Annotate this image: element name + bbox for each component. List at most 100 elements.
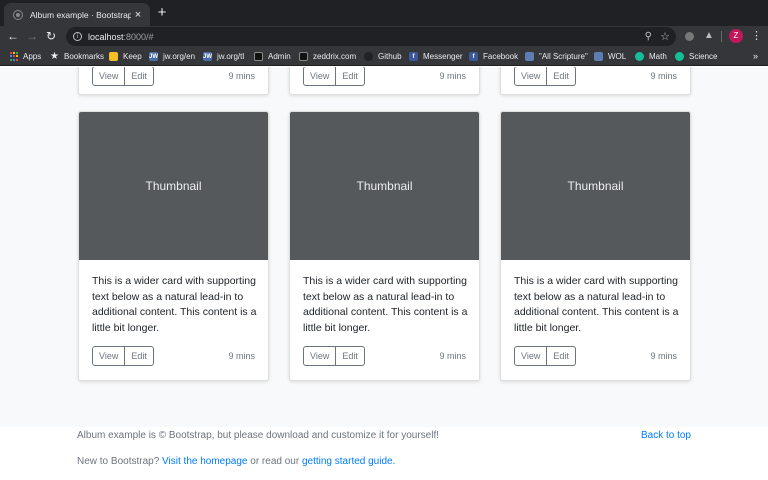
page-footer: Album example is © Bootstrap, but please… — [0, 427, 768, 480]
info-icon[interactable]: i — [73, 32, 82, 41]
bookmark-label: Github — [378, 52, 402, 61]
card: View Edit 9 mins — [78, 67, 269, 95]
card: Thumbnail This is a wider card with supp… — [500, 111, 691, 381]
reload-button[interactable]: ↻ — [42, 27, 60, 45]
back-button[interactable]: ← — [4, 27, 22, 45]
star-icon: ★ — [50, 51, 59, 62]
site-icon — [299, 52, 308, 61]
card-thumbnail: Thumbnail — [79, 112, 268, 260]
bookmark-all-scripture[interactable]: "All Scripture" — [525, 47, 588, 66]
bookmark-label: Admin — [268, 52, 291, 61]
bookmark-label: Science — [689, 52, 718, 61]
menu-icon[interactable]: ⋮ — [751, 28, 762, 44]
footer-help-text: New to Bootstrap? Visit the homepage or … — [77, 456, 395, 467]
bookmark-jw-tl[interactable]: JW jw.org/tl — [203, 47, 244, 66]
view-button[interactable]: View — [514, 346, 548, 366]
edit-button[interactable]: Edit — [125, 346, 154, 366]
github-icon — [364, 52, 373, 61]
more-bookmarks-icon[interactable]: » — [753, 47, 758, 66]
edit-button[interactable]: Edit — [547, 67, 576, 86]
url-host: localhost — [88, 31, 124, 42]
forward-button[interactable]: → — [23, 27, 41, 45]
facebook-icon: f — [409, 52, 418, 61]
bookmark-github[interactable]: Github — [364, 47, 402, 66]
bookmark-bookmarks[interactable]: ★ Bookmarks — [50, 47, 104, 66]
card-time: 9 mins — [439, 71, 466, 81]
bookmark-facebook[interactable]: f Facebook — [469, 47, 518, 66]
bookmark-label: Facebook — [483, 52, 519, 61]
facebook-icon: f — [469, 52, 478, 61]
page-favicon-icon — [13, 9, 23, 20]
card-button-group: View Edit — [514, 67, 576, 86]
wol-icon — [594, 52, 603, 61]
new-tab-button[interactable]: + — [154, 5, 170, 21]
zoom-icon[interactable]: ⚲ — [645, 31, 652, 42]
card: Thumbnail This is a wider card with supp… — [289, 111, 480, 381]
view-button[interactable]: View — [303, 346, 337, 366]
keep-icon — [109, 52, 118, 61]
view-button[interactable]: View — [92, 346, 126, 366]
bookmark-label: jw.org/tl — [217, 52, 245, 61]
bookmark-star-icon[interactable]: ☆ — [660, 30, 670, 43]
card: Thumbnail This is a wider card with supp… — [78, 111, 269, 381]
browser-tab[interactable]: Album example · Bootstrap × — [4, 3, 150, 26]
bookmark-messenger[interactable]: f Messenger — [409, 47, 463, 66]
bookmark-math[interactable]: Math — [635, 47, 667, 66]
jw-icon: JW — [203, 52, 212, 61]
bookmark-label: Keep — [123, 52, 142, 61]
extension-icon[interactable] — [685, 32, 694, 41]
card-time: 9 mins — [650, 71, 677, 81]
footer-prefix: New to Bootstrap? — [77, 456, 160, 467]
getting-started-link[interactable]: getting started guide. — [302, 456, 395, 467]
bookmark-wol[interactable]: WOL — [594, 47, 626, 66]
khan-icon — [675, 52, 684, 61]
page-viewport: View Edit 9 mins View Edit 9 mins View E… — [0, 67, 768, 480]
bookmark-science[interactable]: Science — [675, 47, 717, 66]
footer-mid: or read our — [250, 456, 300, 467]
edit-button[interactable]: Edit — [336, 67, 365, 86]
thumbnail-label: Thumbnail — [567, 179, 624, 193]
profile-avatar[interactable]: Z — [729, 29, 743, 43]
card-button-group: View Edit — [514, 346, 576, 366]
album-section: View Edit 9 mins View Edit 9 mins View E… — [0, 67, 768, 427]
edit-button[interactable]: Edit — [336, 346, 365, 366]
view-button[interactable]: View — [303, 67, 337, 86]
thumbnail-label: Thumbnail — [356, 179, 413, 193]
view-button[interactable]: View — [514, 67, 548, 86]
bookmark-label: Messenger — [423, 52, 463, 61]
tab-strip: Album example · Bootstrap × + — [0, 0, 768, 26]
bookmark-keep[interactable]: Keep — [109, 47, 142, 66]
tab-close-icon[interactable]: × — [131, 9, 145, 21]
bookmark-jw-en[interactable]: JW jw.org/en — [149, 47, 195, 66]
edit-button[interactable]: Edit — [547, 346, 576, 366]
wol-icon — [525, 52, 534, 61]
card: View Edit 9 mins — [500, 67, 691, 95]
bookmark-label: WOL — [608, 52, 627, 61]
bookmark-label: Math — [649, 52, 667, 61]
card-time: 9 mins — [439, 351, 466, 361]
browser-toolbar: ← → ↻ i localhost:8000/# ⚲ ☆ ▲ Z ⋮ — [0, 26, 768, 47]
admin-icon — [254, 52, 263, 61]
address-bar[interactable]: i localhost:8000/# ⚲ ☆ — [66, 27, 676, 46]
card-time: 9 mins — [650, 351, 677, 361]
jw-icon: JW — [149, 52, 158, 61]
edit-button[interactable]: Edit — [125, 67, 154, 86]
bookmark-zeddrix[interactable]: zeddrix.com — [299, 47, 356, 66]
card-button-group: View Edit — [303, 346, 365, 366]
card: View Edit 9 mins — [289, 67, 480, 95]
back-to-top-link[interactable]: Back to top — [641, 430, 691, 441]
card-text: This is a wider card with supporting tex… — [92, 275, 257, 334]
khan-icon — [635, 52, 644, 61]
card-thumbnail: Thumbnail — [501, 112, 690, 260]
bookmark-label: Apps — [23, 52, 42, 61]
view-button[interactable]: View — [92, 67, 126, 86]
homepage-link[interactable]: Visit the homepage — [162, 456, 247, 467]
bookmark-admin[interactable]: Admin — [254, 47, 291, 66]
bookmarks-bar: Apps ★ Bookmarks Keep JW jw.org/en JW jw… — [0, 47, 768, 66]
card-text: This is a wider card with supporting tex… — [303, 275, 468, 334]
card-thumbnail: Thumbnail — [290, 112, 479, 260]
card-time: 9 mins — [228, 351, 255, 361]
tab-title: Album example · Bootstrap — [30, 9, 131, 20]
drive-extension-icon[interactable]: ▲ — [703, 30, 715, 42]
bookmark-apps[interactable]: Apps — [9, 47, 41, 66]
